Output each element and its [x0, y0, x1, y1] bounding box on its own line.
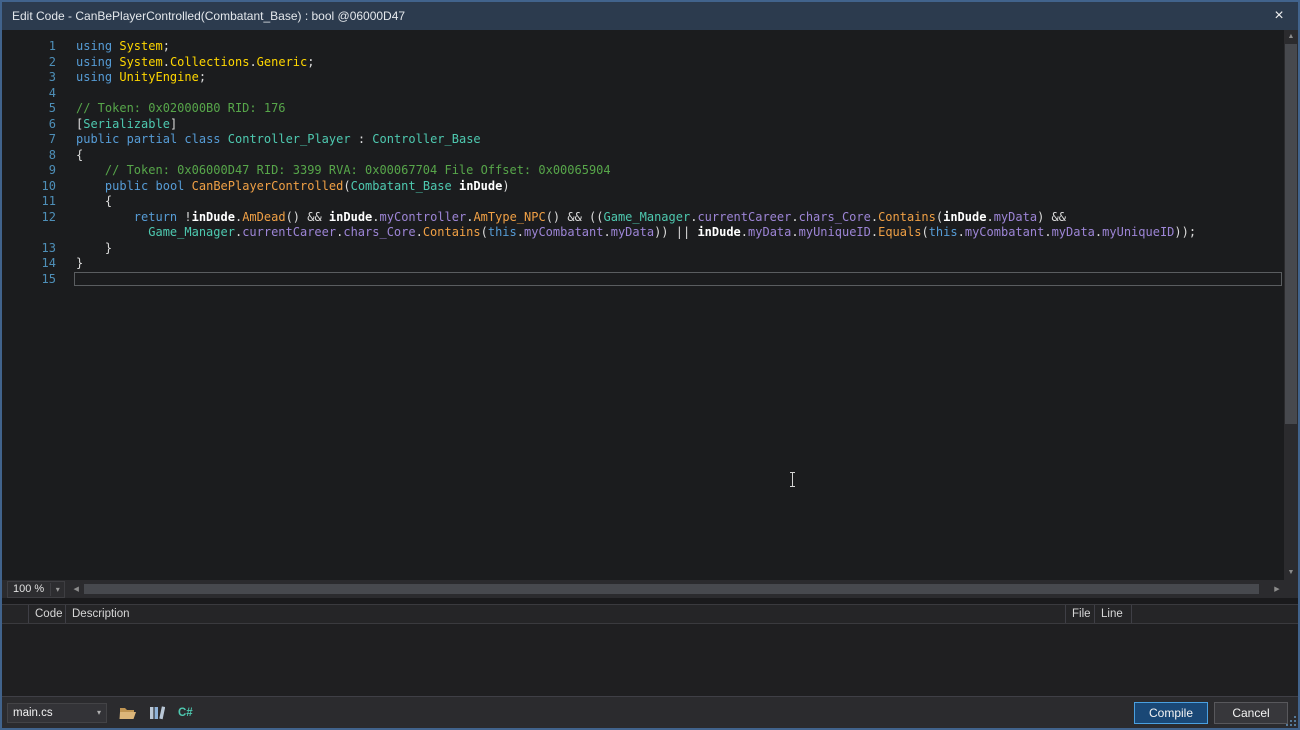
- code-content: using UnityEngine;: [76, 70, 207, 84]
- titlebar[interactable]: Edit Code - CanBePlayerControlled(Combat…: [2, 2, 1298, 30]
- line-number: 4: [48, 85, 56, 100]
- cancel-button[interactable]: Cancel: [1214, 701, 1288, 724]
- line-number: 1: [48, 39, 56, 53]
- code-line[interactable]: 12 return !inDude.AmDead() && inDude.myC…: [2, 210, 1284, 226]
- chevron-down-icon: ▾: [96, 708, 101, 717]
- code-content: return !inDude.AmDead() && inDude.myCont…: [133, 209, 1066, 224]
- current-line-highlight: [74, 272, 1282, 287]
- line-number: 12: [41, 209, 56, 224]
- scrollbar-corner: [1284, 580, 1298, 598]
- open-file-icon[interactable]: [119, 706, 137, 720]
- code-line[interactable]: 5 // Token: 0x020000B0 RID: 176: [2, 101, 1284, 117]
- line-number: 2: [48, 54, 56, 69]
- close-icon[interactable]: ×: [1270, 8, 1288, 24]
- code-line[interactable]: 4: [2, 86, 1284, 102]
- column-description[interactable]: Description: [66, 605, 1066, 623]
- column-line[interactable]: Line: [1095, 605, 1132, 623]
- line-number: 6: [48, 116, 56, 131]
- csharp-icon[interactable]: C#: [178, 707, 193, 719]
- code-line[interactable]: 3 using UnityEngine;: [2, 70, 1284, 86]
- scroll-left-icon[interactable]: ◀: [69, 585, 83, 593]
- code-content: }: [76, 256, 84, 270]
- code-line[interactable]: 15: [2, 272, 1284, 288]
- code-line[interactable]: 2 using System.Collections.Generic;: [2, 55, 1284, 71]
- code-line[interactable]: 6 [Serializable]: [2, 117, 1284, 133]
- code-content: }: [76, 240, 113, 255]
- code-content: [60, 86, 1284, 102]
- column-code[interactable]: Code: [29, 605, 66, 623]
- code-line[interactable]: 10 public bool CanBePlayerControlled(Com…: [2, 179, 1284, 195]
- code-line[interactable]: 14}: [2, 256, 1284, 272]
- vertical-scroll-thumb[interactable]: [1285, 44, 1297, 424]
- line-number: 9: [48, 163, 56, 177]
- line-number: 13: [41, 240, 56, 255]
- horizontal-scroll-thumb[interactable]: [84, 584, 1260, 594]
- column-filler: [1132, 605, 1298, 623]
- code-content: public bool CanBePlayerControlled(Combat…: [104, 178, 510, 193]
- line-number: 11: [41, 194, 56, 208]
- error-list-header: Code Description File Line: [2, 604, 1298, 624]
- zoom-value: 100 %: [13, 583, 45, 595]
- line-number: 15: [41, 271, 56, 286]
- scroll-right-icon[interactable]: ▶: [1270, 585, 1284, 593]
- document-select[interactable]: main.cs ▾: [7, 702, 107, 723]
- code-content: public partial class Controller_Player :…: [76, 132, 481, 146]
- column-icon-spacer: [2, 605, 29, 623]
- code-line[interactable]: 7 public partial class Controller_Player …: [2, 132, 1284, 148]
- scroll-up-icon[interactable]: ▲: [1284, 30, 1298, 44]
- code-line[interactable]: Game_Manager.currentCareer.chars_Core.Co…: [2, 225, 1284, 241]
- line-number: 14: [41, 256, 56, 270]
- code-content: using System.Collections.Generic;: [76, 54, 315, 69]
- code-content: // Token: 0x06000D47 RID: 3399 RVA: 0x00…: [104, 163, 611, 177]
- error-list[interactable]: [2, 624, 1298, 696]
- scroll-down-icon[interactable]: ▼: [1284, 566, 1298, 580]
- vertical-scrollbar[interactable]: ▲ ▼: [1284, 30, 1298, 580]
- code-content: Game_Manager.currentCareer.chars_Core.Co…: [148, 225, 1197, 239]
- code-line[interactable]: 8{: [2, 148, 1284, 164]
- code-line[interactable]: 1 using System;: [2, 39, 1284, 55]
- code-lines[interactable]: 1 using System; 2 using System.Collections.…: [2, 30, 1284, 580]
- library-references-icon[interactable]: [149, 705, 165, 720]
- line-number: 5: [48, 101, 56, 115]
- line-number: 8: [48, 147, 56, 162]
- line-number: 3: [48, 70, 56, 84]
- code-content: [Serializable]: [76, 116, 178, 131]
- column-file[interactable]: File: [1066, 605, 1095, 623]
- chevron-down-icon[interactable]: ▾: [50, 582, 64, 596]
- compile-button[interactable]: Compile: [1134, 701, 1208, 724]
- code-line[interactable]: 13 }: [2, 241, 1284, 257]
- edit-code-dialog: Edit Code - CanBePlayerControlled(Combat…: [0, 0, 1300, 730]
- code-content: {: [76, 147, 84, 162]
- resize-grip[interactable]: [1286, 716, 1298, 728]
- window-title: Edit Code - CanBePlayerControlled(Combat…: [12, 9, 406, 23]
- code-content: {: [76, 194, 113, 208]
- code-editor[interactable]: 1 using System; 2 using System.Collections.…: [2, 30, 1298, 580]
- code-line[interactable]: 11 {: [2, 194, 1284, 210]
- line-number: 10: [41, 178, 56, 193]
- footer-toolbar: main.cs ▾ C# Compile Cancel: [2, 696, 1298, 728]
- editor-bottom-strip: 100 % ▾ ◀ ▶: [2, 580, 1298, 598]
- zoom-select[interactable]: 100 % ▾: [7, 580, 66, 598]
- code-line[interactable]: 9 // Token: 0x06000D47 RID: 3399 RVA: 0x…: [2, 163, 1284, 179]
- line-number: 7: [48, 132, 56, 146]
- document-select-value: main.cs: [13, 706, 53, 719]
- code-content: using System;: [76, 39, 170, 53]
- code-content: // Token: 0x020000B0 RID: 176: [76, 101, 286, 115]
- line-number: [2, 225, 60, 241]
- horizontal-scrollbar[interactable]: [83, 583, 1270, 595]
